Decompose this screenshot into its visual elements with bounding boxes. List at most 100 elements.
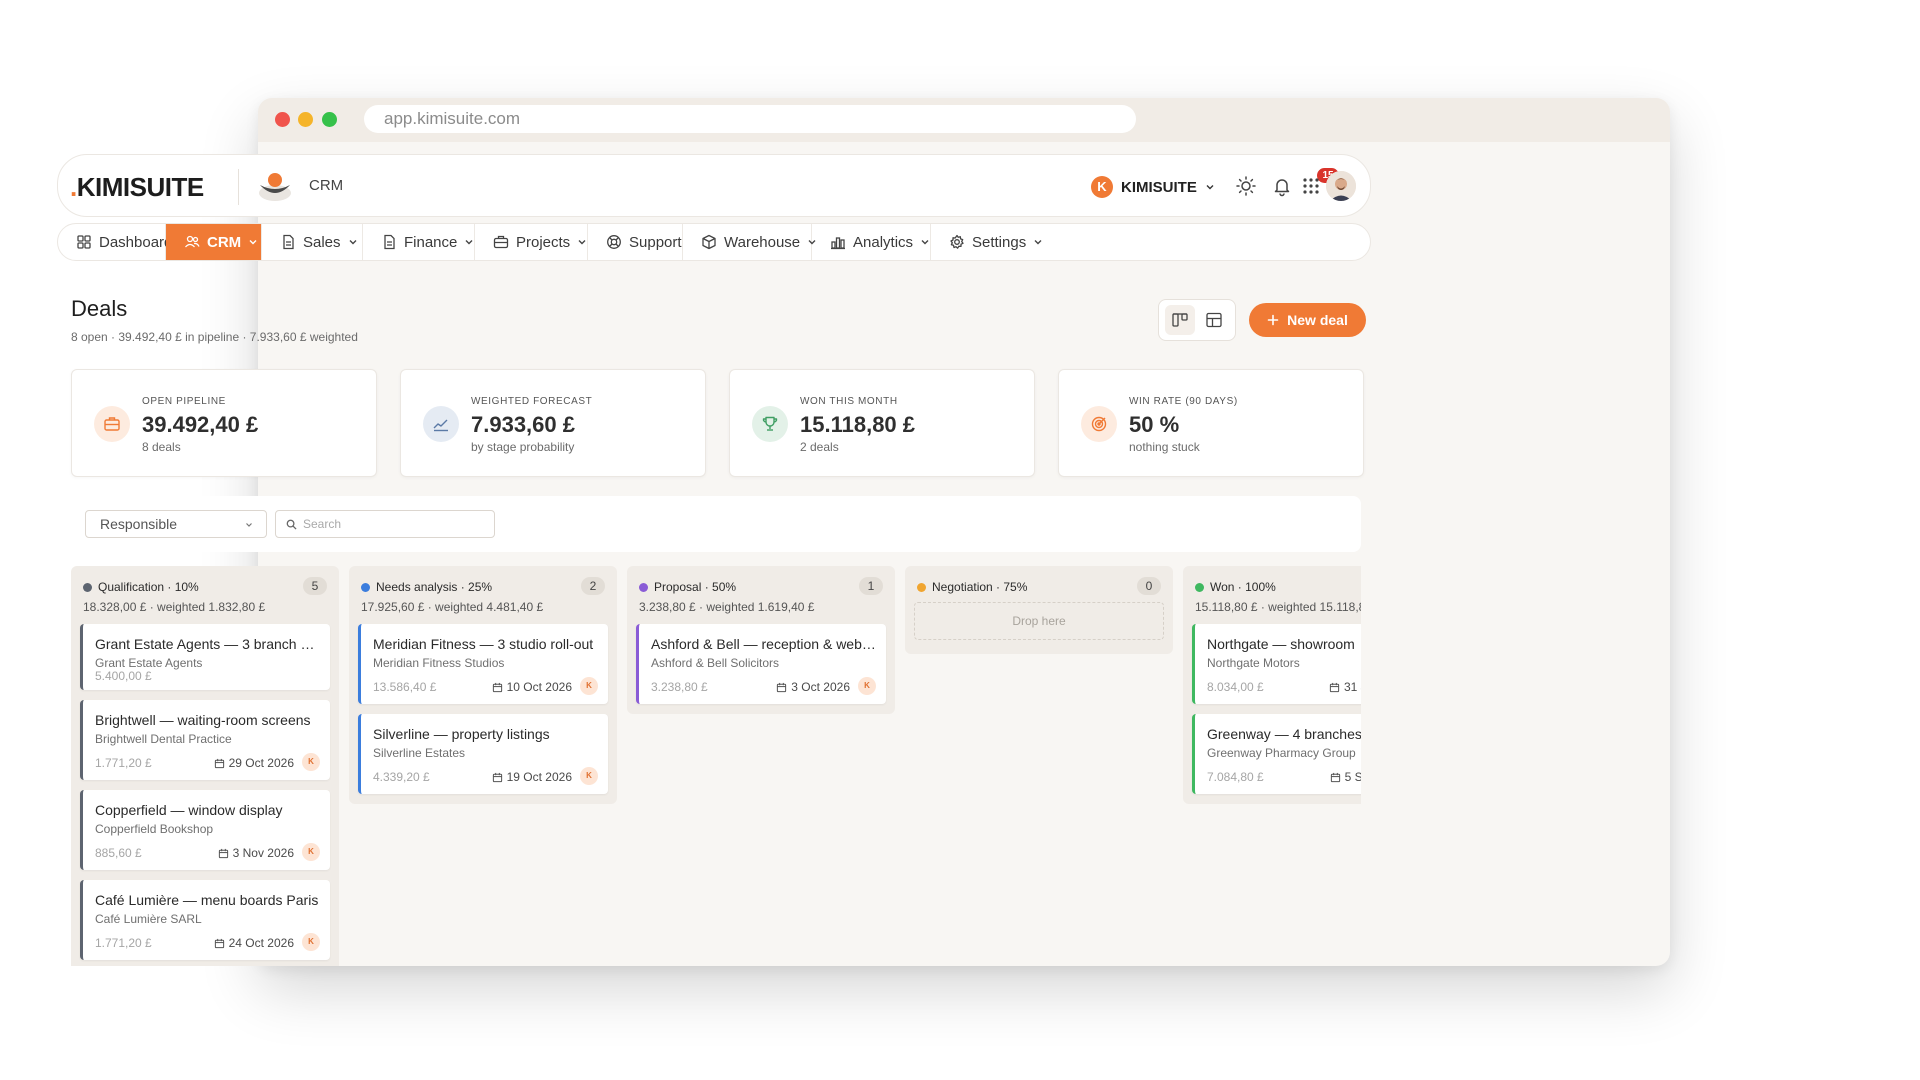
deal-amount: 1.771,20 £ [95, 936, 152, 950]
minimize-window-button[interactable] [298, 112, 313, 127]
new-deal-button[interactable]: New deal [1249, 303, 1366, 337]
column-won: Won · 100% 2 15.118,80 £ · weighted 15.1… [1183, 566, 1361, 804]
deal-card[interactable]: Northgate — showroom Northgate Motors 8.… [1192, 624, 1361, 704]
responsible-select[interactable]: Responsible [85, 510, 267, 538]
deal-card[interactable]: Grant Estate Agents — 3 branch screens G… [80, 624, 330, 690]
header-divider [238, 169, 239, 205]
search-icon [286, 519, 297, 530]
deal-card[interactable]: Greenway — 4 branches Greenway Pharmacy … [1192, 714, 1361, 794]
nav-projects[interactable]: Projects [475, 224, 588, 260]
owner-avatar: K [302, 843, 320, 861]
deal-company: Copperfield Bookshop [95, 822, 214, 836]
table-view-button[interactable] [1199, 305, 1229, 335]
deals-board: Qualification · 10% 5 18.328,00 £ · weig… [71, 566, 1361, 966]
kpi-open-pipeline: OPEN PIPELINE 39.492,40 £ 8 deals [71, 369, 377, 477]
column-summary: 15.118,80 £ · weighted 15.118,80 £ [1195, 600, 1361, 614]
calendar-icon [214, 758, 224, 768]
briefcase-icon [94, 406, 130, 442]
target-icon [1081, 406, 1117, 442]
user-avatar-image [1326, 171, 1356, 201]
deal-amount: 5.400,00 £ [95, 669, 152, 683]
stage-dot [361, 582, 370, 592]
calendar-icon [214, 938, 224, 948]
nav-analytics[interactable]: Analytics [812, 224, 931, 260]
gear-icon [950, 234, 964, 249]
deal-title: Northgate — showroom [1207, 636, 1355, 652]
deal-company: Silverline Estates [373, 746, 466, 760]
bell-icon[interactable] [1271, 175, 1293, 197]
deal-date: 24 Oct 2026 [214, 936, 294, 950]
column-needs-analysis: Needs analysis · 25% 2 17.925,60 £ · wei… [349, 566, 617, 804]
kpi-label: WIN RATE (90 DAYS) [1129, 396, 1238, 407]
kimisuite-logo[interactable]: .KIMISUITE [70, 172, 204, 203]
bar-chart-icon [831, 237, 845, 250]
deal-date: 19 Oct 2026 [492, 770, 572, 784]
kanban-view-button[interactable] [1165, 305, 1195, 335]
user-avatar[interactable] [1326, 171, 1356, 201]
deal-card[interactable]: Ashford & Bell — reception & website Ash… [636, 624, 886, 704]
column-title: Won · 100% [1210, 580, 1276, 594]
kpi-label: OPEN PIPELINE [142, 396, 226, 407]
deal-title: Meridian Fitness — 3 studio roll-out [373, 636, 594, 652]
kpi-won-this-month: WON THIS MONTH 15.118,80 £ 2 deals [729, 369, 1035, 477]
view-toggle [1158, 299, 1236, 341]
deal-title: Café Lumière — menu boards Paris [95, 892, 319, 908]
search-input[interactable] [303, 517, 483, 531]
nav-crm[interactable]: CRM [166, 224, 262, 260]
calendar-icon [492, 682, 502, 692]
column-header: Needs analysis · 25% 2 17.925,60 £ · wei… [349, 566, 617, 618]
nav-dashboard[interactable]: Dashboard [58, 224, 172, 260]
tenant-badge: K [1091, 176, 1113, 198]
deal-card[interactable]: Café Lumière — menu boards Paris Café Lu… [80, 880, 330, 960]
deal-card[interactable]: Silverline — property listings Silverlin… [358, 714, 608, 794]
lifebuoy-icon [607, 235, 621, 249]
deal-amount: 4.339,20 £ [373, 770, 430, 784]
table-icon [1206, 312, 1222, 328]
stage-dot [639, 582, 648, 592]
owner-avatar: K [580, 767, 598, 785]
maximize-window-button[interactable] [322, 112, 337, 127]
address-bar[interactable]: app.kimisuite.com [364, 105, 1136, 133]
deal-card[interactable]: Copperfield — window display Copperfield… [80, 790, 330, 870]
deal-company: Greenway Pharmacy Group [1207, 746, 1356, 760]
apps-grid-icon[interactable] [1300, 175, 1322, 197]
column-count: 1 [859, 577, 883, 595]
column-header: Qualification · 10% 5 18.328,00 £ · weig… [71, 566, 339, 618]
tenant-name: KIMISUITE [1121, 178, 1197, 196]
main-navigation: Dashboard CRM Sales Finance Projects Sup… [57, 223, 1371, 261]
sun-icon[interactable] [1235, 175, 1257, 197]
deal-company: Northgate Motors [1207, 656, 1300, 670]
column-title: Negotiation · 75% [932, 580, 1028, 594]
column-header: Negotiation · 75% 0 [905, 566, 1173, 602]
page-title: Deals [71, 296, 128, 321]
deal-date: 3 Nov 2026 [218, 846, 294, 860]
deal-date: 31 Jul 2026 [1329, 680, 1361, 694]
nav-finance[interactable]: Finance [363, 224, 475, 260]
kpi-weighted-forecast: WEIGHTED FORECAST 7.933,60 £ by stage pr… [400, 369, 706, 477]
kpi-label: WEIGHTED FORECAST [471, 396, 593, 407]
drop-zone[interactable]: Drop here [914, 602, 1164, 640]
calendar-icon [218, 848, 228, 858]
deal-card[interactable]: Brightwell — waiting-room screens Bright… [80, 700, 330, 780]
deal-company: Brightwell Dental Practice [95, 732, 232, 746]
tenant-switcher[interactable]: K KIMISUITE [1091, 175, 1215, 199]
nav-support[interactable]: Support [588, 224, 683, 260]
column-header: Won · 100% 2 15.118,80 £ · weighted 15.1… [1183, 566, 1361, 618]
deal-date: 3 Oct 2026 [776, 680, 850, 694]
deal-card[interactable]: Meridian Fitness — 3 studio roll-out Mer… [358, 624, 608, 704]
search-box [275, 510, 495, 538]
column-title: Proposal · 50% [654, 580, 737, 594]
nav-settings[interactable]: Settings [931, 224, 1057, 260]
close-window-button[interactable] [275, 112, 290, 127]
deal-title: Greenway — 4 branches [1207, 726, 1361, 742]
deal-company: Café Lumière SARL [95, 912, 202, 926]
app-header: .KIMISUITE CRM K KIMISUITE 15 [57, 154, 1371, 217]
owner-avatar: K [580, 677, 598, 695]
deal-company: Meridian Fitness Studios [373, 656, 505, 670]
trophy-icon [752, 406, 788, 442]
deal-amount: 8.034,00 £ [1207, 680, 1264, 694]
chevron-down-icon [921, 240, 929, 245]
nav-sales[interactable]: Sales [262, 224, 363, 260]
deal-amount: 1.771,20 £ [95, 756, 152, 770]
nav-warehouse[interactable]: Warehouse [683, 224, 816, 260]
